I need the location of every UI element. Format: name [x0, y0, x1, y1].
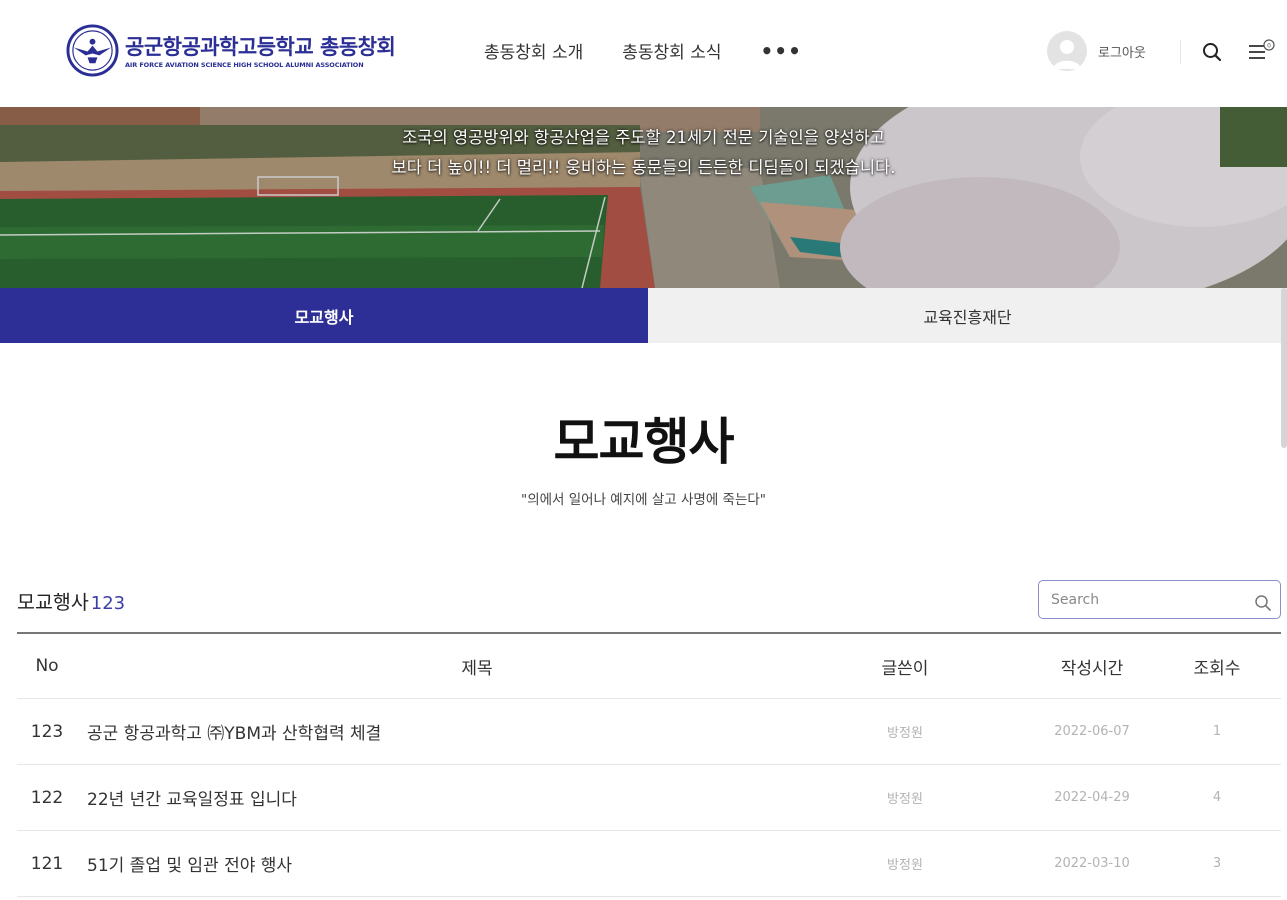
col-views[interactable]: 조회수: [1162, 634, 1272, 698]
post-number: 121: [30, 853, 64, 874]
tab-education-foundation[interactable]: 교육진흥재단: [648, 288, 1287, 343]
post-title-link[interactable]: 51기 졸업 및 임관 전야 행사: [87, 831, 292, 896]
main-nav: 총동창회 소개 총동창회 소식 •••: [484, 38, 802, 64]
post-author: 방정원: [887, 726, 923, 741]
col-no[interactable]: No: [17, 634, 77, 698]
post-date: 2022-04-29: [1054, 790, 1130, 805]
menu-icon[interactable]: 0: [1247, 38, 1277, 64]
logo-subtitle: AIR FORCE AVIATION SCIENCE HIGH SCHOOL A…: [125, 60, 364, 69]
search-icon[interactable]: [1201, 41, 1223, 63]
logo-title: 공군항공과학고등학교 총동창회: [125, 34, 396, 59]
table-row[interactable]: 121 51기 졸업 및 임관 전야 행사 방정원 2022-03-10 3: [17, 831, 1281, 897]
posts-table: No 제목 글쓴이 작성시간 조회수 123 공군 항공과학고 ㈜YBM과 산학…: [17, 634, 1281, 897]
page-subtitle: "의에서 일어나 예지에 살고 사명에 죽는다": [520, 492, 766, 508]
search-input[interactable]: [1051, 589, 1241, 611]
post-number: 122: [30, 787, 64, 808]
section-tabs: 모교행사 교육진흥재단: [0, 288, 1287, 343]
site-header: 공군항공과학고등학교 총동창회 AIR FORCE AVIATION SCIEN…: [0, 0, 1287, 107]
table-row[interactable]: 123 공군 항공과학고 ㈜YBM과 산학협력 체결 방정원 2022-06-0…: [17, 699, 1281, 765]
alumni-emblem-icon: [66, 24, 119, 77]
avatar[interactable]: [1047, 31, 1087, 71]
post-title-link[interactable]: 22년 년간 교육일정표 입니다: [87, 765, 297, 830]
table-header: No 제목 글쓴이 작성시간 조회수: [17, 634, 1281, 699]
post-author: 방정원: [887, 792, 923, 807]
col-date[interactable]: 작성시간: [1017, 634, 1167, 698]
col-author[interactable]: 글쓴이: [845, 634, 965, 698]
post-title-link[interactable]: 공군 항공과학고 ㈜YBM과 산학협력 체결: [87, 699, 381, 764]
post-views: 3: [1212, 856, 1222, 871]
post-date: 2022-06-07: [1054, 724, 1130, 739]
nav-more-button[interactable]: •••: [761, 41, 802, 61]
search-icon[interactable]: [1254, 594, 1272, 612]
tab-school-events[interactable]: 모교행사: [0, 288, 648, 343]
svg-text:0: 0: [1267, 43, 1271, 50]
post-views: 1: [1212, 724, 1222, 739]
page-title: 모교행사: [553, 413, 735, 471]
post-number: 123: [30, 721, 64, 742]
hero-banner: 조국의 영공방위와 항공산업을 주도할 21세기 전문 기술인을 양성하고 보다…: [0, 107, 1287, 288]
post-views: 4: [1212, 790, 1222, 805]
post-author: 방정원: [887, 858, 923, 873]
board-search: [1038, 580, 1281, 619]
banner-line-1: 조국의 영공방위와 항공산업을 주도할 21세기 전문 기술인을 양성하고: [402, 128, 885, 147]
table-row[interactable]: 122 22년 년간 교육일정표 입니다 방정원 2022-04-29 4: [17, 765, 1281, 831]
post-date: 2022-03-10: [1054, 856, 1130, 871]
nav-item-about[interactable]: 총동창회 소개: [484, 38, 583, 63]
board-name: 모교행사: [17, 591, 89, 614]
col-title[interactable]: 제목: [77, 634, 877, 698]
header-divider: [1180, 40, 1181, 64]
user-icon: [1053, 40, 1081, 69]
post-count: 123: [90, 593, 126, 614]
banner-line-2: 보다 더 높이!! 더 멀리!! 웅비하는 동문들의 든든한 디딤돌이 되겠습니…: [391, 158, 896, 177]
nav-item-news[interactable]: 총동창회 소식: [622, 38, 721, 63]
board-heading: 모교행사 123: [17, 586, 125, 615]
logout-link[interactable]: 로그아웃: [1098, 42, 1146, 61]
site-logo[interactable]: 공군항공과학고등학교 총동창회 AIR FORCE AVIATION SCIEN…: [66, 24, 396, 77]
